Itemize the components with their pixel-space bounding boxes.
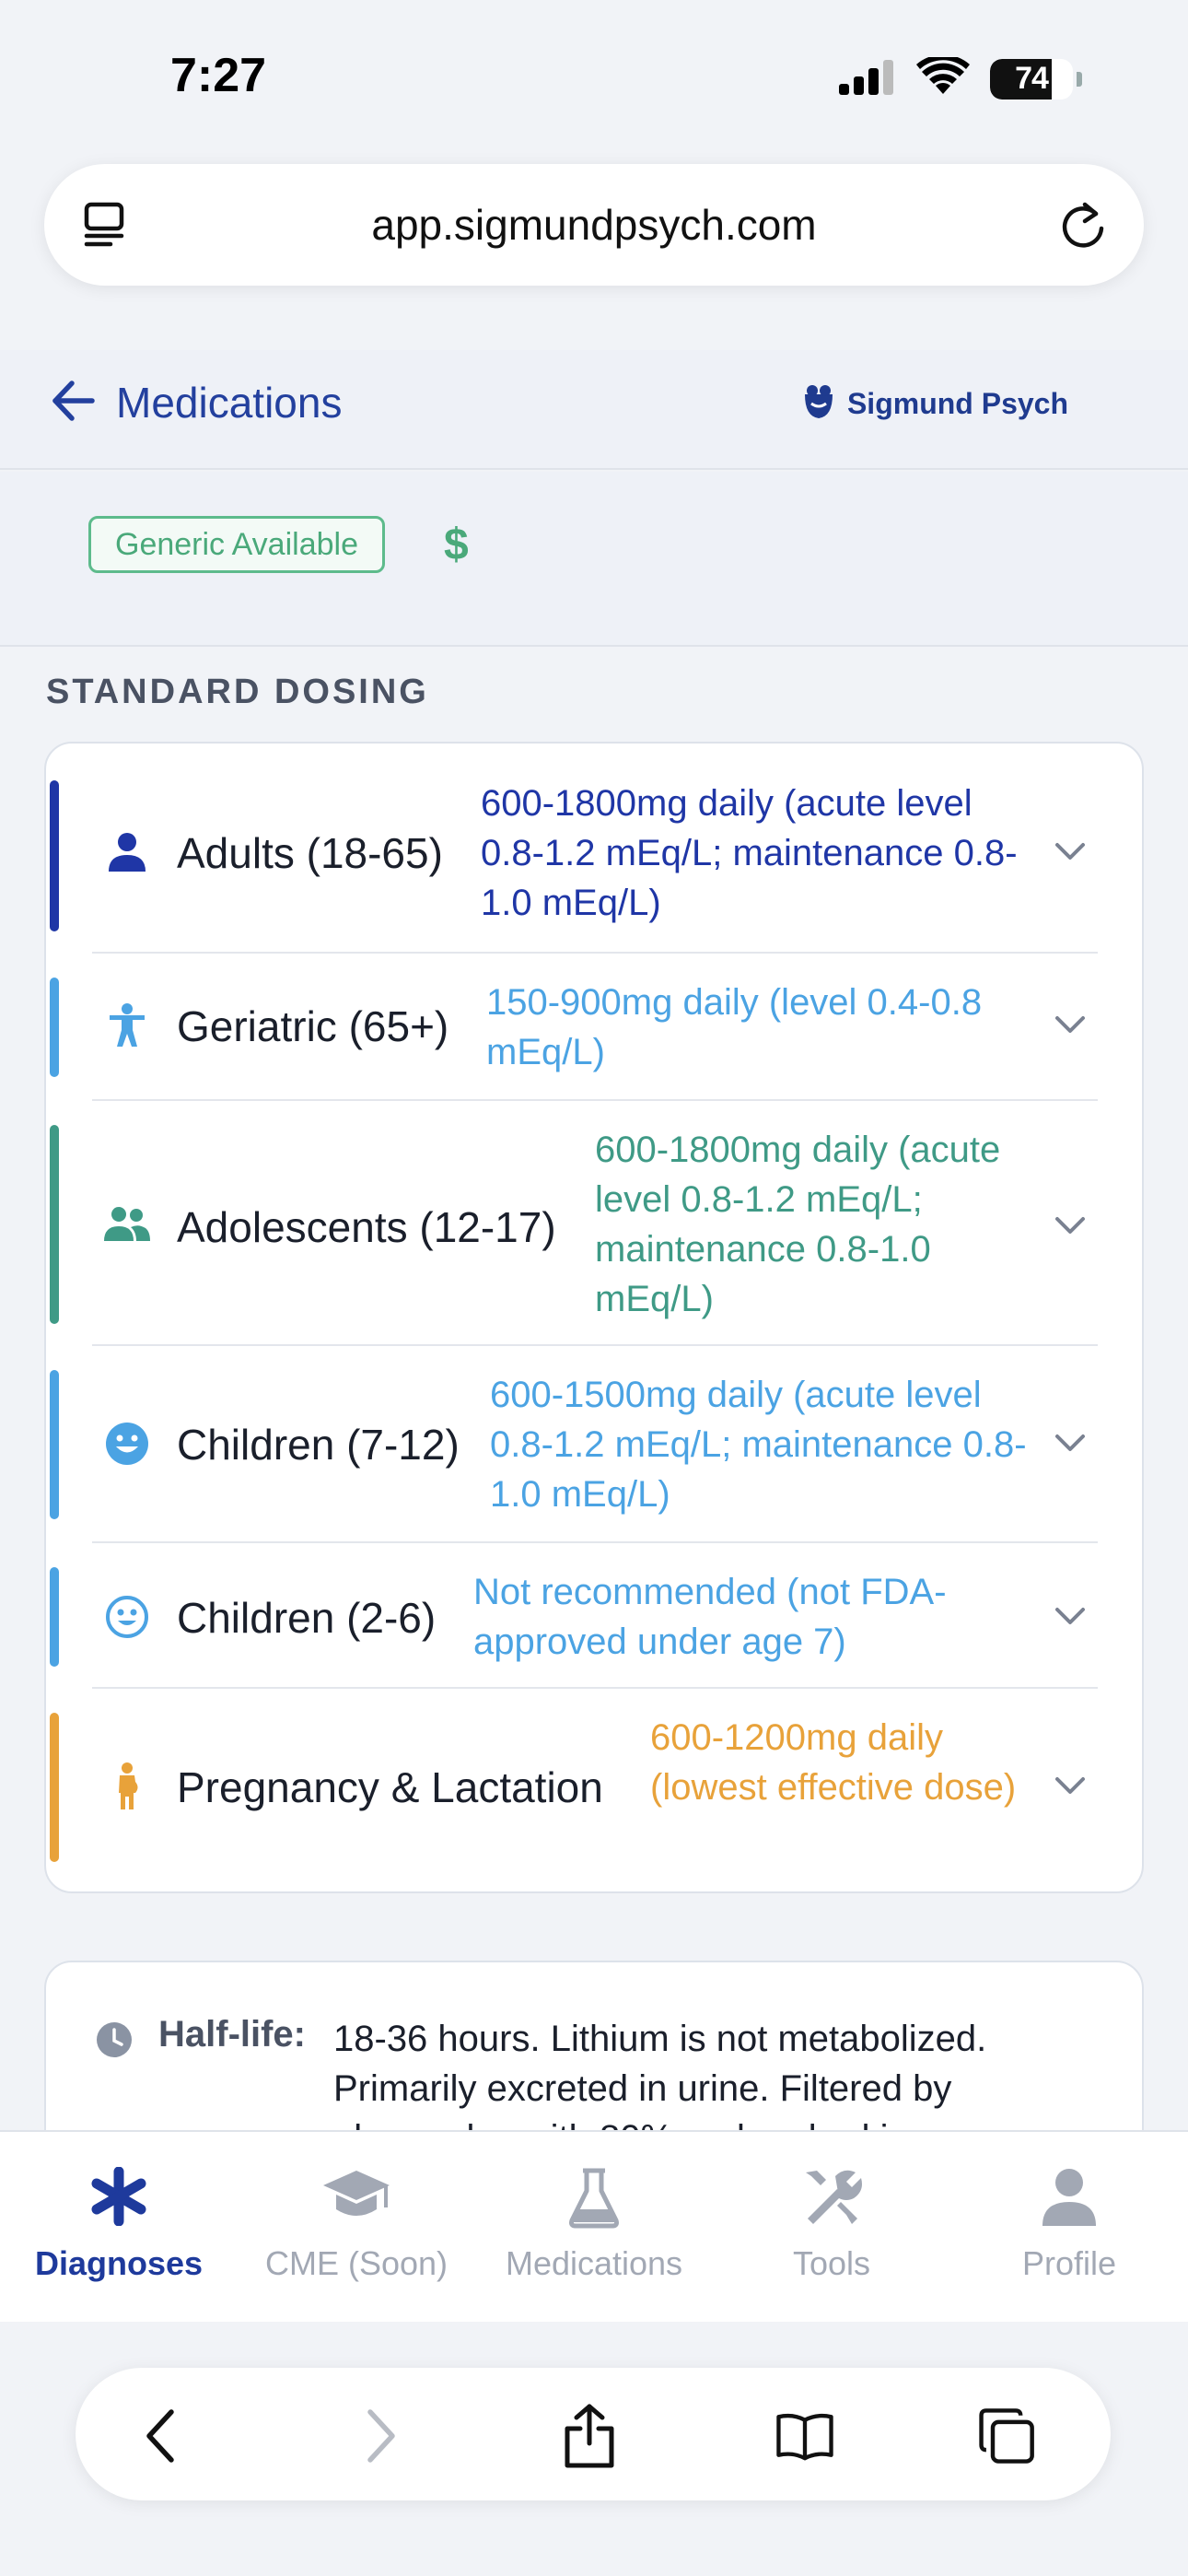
- status-bar: 7:27 74: [0, 0, 1188, 157]
- generic-available-badge: Generic Available: [88, 516, 385, 573]
- standard-dosing-heading: STANDARD DOSING: [46, 673, 429, 711]
- half-life-label: Half-life:: [158, 2014, 306, 2055]
- dose-value: 150-900mg daily (level 0.4-0.8 mEq/L): [486, 982, 983, 1072]
- browser-toolbar: [0, 2322, 1188, 2576]
- tab-label: Medications: [505, 2244, 683, 2282]
- reader-mode-icon[interactable]: [83, 201, 129, 253]
- flask-icon: [475, 2167, 713, 2230]
- back-label: Medications: [116, 379, 343, 427]
- chevron-down-icon[interactable]: [1052, 1597, 1089, 1638]
- user-icon: [950, 2167, 1188, 2228]
- page-header: Medications Sigmund Psych: [0, 350, 1188, 470]
- color-bar: [50, 978, 59, 1077]
- dose-value: 600-1200mg daily (lowest effective dose): [650, 1717, 1017, 1808]
- back-to-medications-link[interactable]: Medications: [50, 378, 342, 427]
- arrow-left-icon: [50, 380, 96, 427]
- tab-label: Tools: [792, 2244, 871, 2282]
- color-bar: [50, 780, 59, 931]
- tab-label: Profile: [1021, 2244, 1117, 2282]
- tab-cme[interactable]: CME (Soon): [238, 2132, 475, 2324]
- reload-icon[interactable]: [1059, 199, 1107, 255]
- brand-logo[interactable]: Sigmund Psych: [801, 383, 1068, 425]
- brain-logo-icon: [801, 383, 836, 425]
- tab-label: CME (Soon): [264, 2244, 448, 2282]
- graduation-cap-icon: [238, 2167, 475, 2226]
- battery-nub: [1077, 71, 1082, 87]
- dose-label: Adults (18-65): [177, 829, 443, 877]
- dose-label: Children (2-6): [177, 1594, 437, 1642]
- asterisk-icon: [0, 2167, 238, 2226]
- tabs-icon[interactable]: [978, 2406, 1037, 2465]
- dose-value: Not recommended (not FDA-approved under …: [473, 1572, 947, 1662]
- battery-percent: 74: [1015, 61, 1049, 96]
- color-bar: [50, 1713, 59, 1862]
- color-bar: [50, 1125, 59, 1324]
- tools-icon: [713, 2167, 950, 2228]
- medication-badges: Generic Available $: [0, 472, 1188, 647]
- standing-person-icon: [103, 1001, 151, 1049]
- chevron-down-icon[interactable]: [1052, 1423, 1089, 1465]
- chevron-down-icon[interactable]: [1052, 1005, 1089, 1047]
- dose-label: Children (7-12): [177, 1421, 460, 1469]
- person-icon: [103, 828, 151, 876]
- dosing-card: Adults (18-65) 600-1800mg daily (acute l…: [44, 742, 1144, 1893]
- tab-profile[interactable]: Profile: [950, 2132, 1188, 2324]
- dose-label: Adolescents (12-17): [177, 1203, 556, 1251]
- forward-icon: [352, 2406, 411, 2465]
- cost-indicator: $: [444, 521, 469, 569]
- chevron-down-icon[interactable]: [1052, 1206, 1089, 1247]
- dose-row-children-2-6[interactable]: Children (2-6) Not recommended (not FDA-…: [46, 1543, 1146, 1689]
- url-text[interactable]: app.sigmundpsych.com: [371, 200, 816, 250]
- color-bar: [50, 1567, 59, 1667]
- group-icon: [103, 1200, 151, 1248]
- cellular-signal-icon: [839, 58, 896, 100]
- share-icon[interactable]: [560, 2404, 619, 2468]
- brand-name: Sigmund Psych: [846, 387, 1068, 420]
- dose-row-pregnancy-lactation[interactable]: Pregnancy & Lactation 600-1200mg daily (…: [46, 1689, 1146, 1884]
- dose-value: 600-1800mg daily (acute level 0.8-1.2 mE…: [481, 783, 1018, 923]
- bottom-tab-bar: Diagnoses CME (Soon) Medications Tools P…: [0, 2130, 1188, 2322]
- tab-diagnoses[interactable]: Diagnoses: [0, 2132, 238, 2324]
- chevron-down-icon[interactable]: [1052, 1766, 1089, 1808]
- back-icon[interactable]: [131, 2406, 190, 2465]
- toolbar-pill: [76, 2368, 1111, 2500]
- chevron-down-icon[interactable]: [1052, 832, 1089, 873]
- clock-icon: [96, 2021, 133, 2063]
- status-time: 7:27: [170, 49, 267, 102]
- dose-label: Pregnancy & Lactation: [177, 1763, 603, 1811]
- tab-tools[interactable]: Tools: [713, 2132, 950, 2324]
- color-bar: [50, 1370, 59, 1519]
- address-bar[interactable]: app.sigmundpsych.com: [44, 164, 1144, 286]
- smiley-outline-icon: [103, 1593, 151, 1641]
- dose-value: 600-1800mg daily (acute level 0.8-1.2 mE…: [595, 1130, 1001, 1319]
- wifi-icon: [916, 54, 970, 100]
- status-icons: 74: [839, 54, 1082, 100]
- tab-medications[interactable]: Medications: [475, 2132, 713, 2324]
- dose-row-children-7-12[interactable]: Children (7-12) 600-1500mg daily (acute …: [46, 1346, 1146, 1541]
- pregnant-person-icon: [103, 1762, 151, 1810]
- tab-label: Diagnoses: [34, 2244, 204, 2282]
- dose-label: Geriatric (65+): [177, 1002, 449, 1050]
- dose-row-adults[interactable]: Adults (18-65) 600-1800mg daily (acute l…: [46, 744, 1146, 954]
- bookmarks-icon[interactable]: [775, 2406, 834, 2465]
- battery-indicator: 74: [990, 58, 1073, 100]
- dose-row-adolescents[interactable]: Adolescents (12-17) 600-1800mg daily (ac…: [46, 1101, 1146, 1346]
- dose-row-geriatric[interactable]: Geriatric (65+) 150-900mg daily (level 0…: [46, 954, 1146, 1099]
- smiley-filled-icon: [103, 1420, 151, 1468]
- dose-value: 600-1500mg daily (acute level 0.8-1.2 mE…: [490, 1375, 1027, 1515]
